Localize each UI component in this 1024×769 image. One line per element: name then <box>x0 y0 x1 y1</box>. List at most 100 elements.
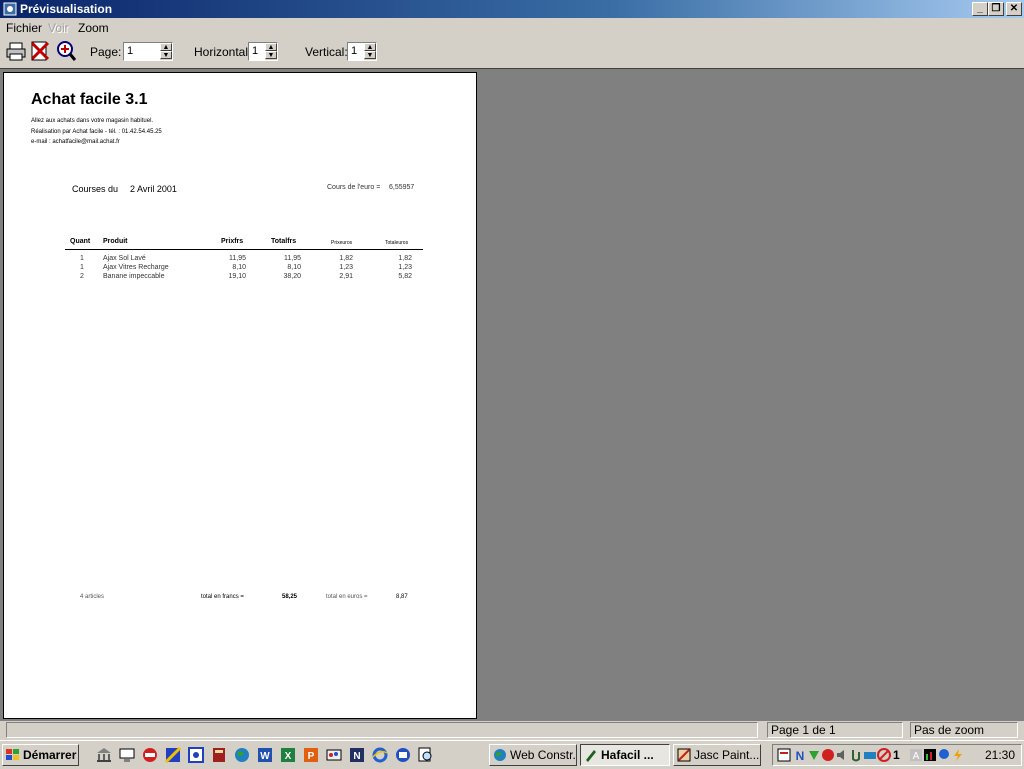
print-icon[interactable] <box>5 40 27 62</box>
zoom-in-icon[interactable] <box>55 40 77 62</box>
page-down-arrow-icon[interactable]: ▼ <box>160 51 172 59</box>
document-line1: Allez aux achats dans votre magasin habi… <box>31 118 154 124</box>
tray-document-icon[interactable] <box>777 748 791 762</box>
horizontal-down-arrow-icon[interactable]: ▼ <box>265 51 277 59</box>
globe-icon[interactable] <box>234 747 250 763</box>
excel-icon[interactable]: X <box>280 747 296 763</box>
row1-totaleuros: 1,82 <box>398 255 412 262</box>
svg-text:A: A <box>913 751 920 762</box>
row1-totalfrs: 11,95 <box>284 255 301 262</box>
tray-lightning-icon[interactable] <box>951 748 965 762</box>
header-totaleuros: Totaleuros <box>385 240 409 246</box>
header-prixeuros: Prixeuros <box>331 240 353 246</box>
row2-quant: 1 <box>80 264 84 271</box>
footer-items: 4 articles <box>80 594 105 600</box>
svg-text:W: W <box>260 751 270 762</box>
header-produit: Produit <box>103 238 128 245</box>
restore-button[interactable]: ❐ <box>988 2 1004 16</box>
menu-fichier[interactable]: Fichier <box>6 21 42 35</box>
close-button[interactable]: ✕ <box>1006 2 1022 16</box>
vertical-up-arrow-icon[interactable]: ▲ <box>364 43 376 51</box>
preview-page: Achat facile 3.1 Allez aux achats dans v… <box>3 72 477 719</box>
header-quant: Quant <box>70 238 91 245</box>
bank-icon[interactable] <box>96 747 112 763</box>
close-preview-icon[interactable] <box>29 40 51 62</box>
status-page: Page 1 de 1 <box>767 722 903 738</box>
notes-icon[interactable]: N <box>349 747 365 763</box>
row1-quant: 1 <box>80 255 84 262</box>
status-panel-main <box>6 722 758 738</box>
clock[interactable]: 21:30 <box>985 748 1015 762</box>
powerpoint-icon[interactable]: P <box>303 747 319 763</box>
vertical-label: Vertical: <box>305 45 348 59</box>
toolbar: Page: 1 ▲ ▼ Horizontal: 1 ▲ ▼ Vertical: 1 … <box>0 38 1024 66</box>
tray-no-entry-icon[interactable] <box>877 748 891 762</box>
row3-prixfrs: 19,10 <box>228 273 246 280</box>
search-icon[interactable] <box>418 747 434 763</box>
tray-number[interactable]: 1 <box>893 748 907 762</box>
minimize-button[interactable]: _ <box>972 2 988 16</box>
rate-value: 6,55957 <box>389 184 415 191</box>
horizontal-spinner[interactable]: 1 ▲ ▼ <box>248 42 278 61</box>
courses-label: Courses du <box>72 184 119 194</box>
task-jasc-paint[interactable]: Jasc Paint... <box>673 744 761 766</box>
row3-produit: Banane impeccable <box>103 273 165 280</box>
tray-scanner-icon[interactable] <box>863 748 877 762</box>
paint-icon[interactable] <box>326 747 342 763</box>
start-button[interactable]: Démarrer <box>2 744 79 766</box>
row2-totalfrs: 8,10 <box>287 264 301 271</box>
svg-text:N: N <box>353 751 360 762</box>
row1-produit: Ajax Sol Lavé <box>103 255 146 262</box>
stop-icon[interactable] <box>142 747 158 763</box>
word-icon[interactable]: W <box>257 747 273 763</box>
horizontal-up-arrow-icon[interactable]: ▲ <box>265 43 277 51</box>
row3-prixeuros: 2,91 <box>339 273 353 280</box>
tray-monitor-icon[interactable] <box>923 748 937 762</box>
tray-font-icon[interactable]: A <box>909 748 923 762</box>
page-spinner[interactable]: 1 ▲ ▼ <box>123 42 173 61</box>
settings-icon[interactable] <box>188 747 204 763</box>
vertical-spinner[interactable]: 1 ▲ ▼ <box>347 42 377 61</box>
row2-prixeuros: 1,23 <box>339 264 353 271</box>
tray-speaker-icon[interactable] <box>835 748 849 762</box>
internet-explorer-icon[interactable] <box>372 747 388 763</box>
header-prixfrs: Prixfrs <box>221 238 244 245</box>
task-web-constr[interactable]: Web Constr... <box>489 744 577 766</box>
outlook-icon[interactable] <box>395 747 411 763</box>
courses-date: 2 Avril 2001 <box>130 184 177 194</box>
row1-prixeuros: 1,82 <box>339 255 353 262</box>
start-label: Démarrer <box>23 748 77 762</box>
row3-totaleuros: 5,82 <box>398 273 412 280</box>
menu-voir[interactable]: Voir <box>48 21 69 35</box>
tray-clip-icon[interactable] <box>849 748 863 762</box>
header-totalfrs: Totalfrs <box>271 238 297 245</box>
windows-logo-icon <box>6 749 19 760</box>
vertical-down-arrow-icon[interactable]: ▼ <box>364 51 376 59</box>
svg-text:P: P <box>308 751 315 762</box>
row2-totaleuros: 1,23 <box>398 264 412 271</box>
book-icon[interactable] <box>211 747 227 763</box>
footer-total-euros-label: total en euros = <box>326 594 368 600</box>
taskbar: Démarrer W X P N Web Constr... Hafacil .… <box>0 740 1024 769</box>
tray-chat-icon[interactable] <box>937 748 951 762</box>
task-hafacil[interactable]: Hafacil ... <box>580 744 670 766</box>
row3-quant: 2 <box>80 273 84 280</box>
flag-icon[interactable] <box>165 747 181 763</box>
tray-media-icon[interactable] <box>821 748 835 762</box>
network-icon[interactable] <box>119 747 135 763</box>
menu-bar: Fichier Voir Zoom <box>0 19 1024 37</box>
task-label: Jasc Paint... <box>694 748 760 762</box>
document-line2: Réalisation par Achat facile - tél. : 01… <box>31 129 162 135</box>
header-divider <box>65 249 423 250</box>
menu-zoom[interactable]: Zoom <box>78 21 109 35</box>
status-bar: Page 1 de 1 Pas de zoom <box>0 720 1024 740</box>
document-title: Achat facile 3.1 <box>31 91 148 108</box>
tray-n-icon[interactable]: N <box>793 748 807 762</box>
svg-text:X: X <box>285 751 292 762</box>
preview-area[interactable]: Achat facile 3.1 Allez aux achats dans v… <box>0 68 1024 721</box>
task-label: Web Constr... <box>510 748 577 762</box>
tray-arrow-icon[interactable] <box>807 748 821 762</box>
footer-total-francs: 58,25 <box>282 594 298 600</box>
row2-produit: Ajax Vitres Recharge <box>103 264 169 271</box>
page-up-arrow-icon[interactable]: ▲ <box>160 43 172 51</box>
